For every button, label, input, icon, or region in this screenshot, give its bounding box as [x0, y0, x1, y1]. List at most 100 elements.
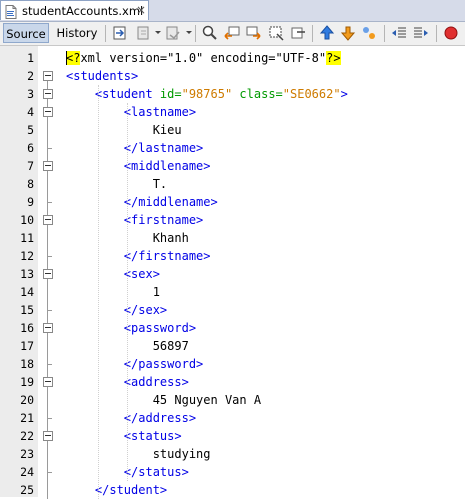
line-number: 8	[27, 177, 34, 191]
code-line: Kieu	[66, 121, 182, 139]
line-number: 6	[27, 141, 34, 155]
code-line: <?xml version="1.0" encoding="UTF-8"?>	[66, 49, 341, 67]
code-token: </lastname>	[66, 141, 204, 155]
line-number: 12	[20, 249, 34, 263]
source-view-button[interactable]: Source	[3, 23, 49, 43]
line-number: 10	[20, 213, 34, 227]
find-next-icon[interactable]	[245, 24, 263, 42]
toggle-bookmark-icon[interactable]	[318, 24, 336, 42]
previous-bookmark-icon[interactable]	[339, 24, 357, 42]
toolbar-separator	[105, 25, 106, 42]
code-editor[interactable]: 1 2 3 4 5 6 7 8 9 10 11 12 13 14 15 16 17 18 19 20 21 22 23 24 2…	[0, 46, 465, 499]
toolbar-separator	[384, 25, 385, 42]
code-token: <sex>	[66, 267, 160, 281]
fold-end-marker	[47, 472, 52, 473]
fold-collapse-icon[interactable]	[43, 269, 53, 279]
line-number: 4	[27, 105, 34, 119]
code-line: </address>	[66, 409, 196, 427]
history-view-button[interactable]: History	[54, 23, 100, 43]
line-number: 24	[20, 465, 34, 479]
fold-collapse-icon[interactable]	[43, 107, 53, 117]
code-token: T.	[66, 177, 168, 191]
line-number: 21	[20, 411, 34, 425]
line-number: 16	[20, 321, 34, 335]
code-token: </password>	[66, 357, 204, 371]
line-number: 7	[27, 159, 34, 173]
code-token: class=	[239, 87, 283, 101]
fold-collapse-icon[interactable]	[43, 215, 53, 225]
find-icon[interactable]	[201, 24, 219, 42]
code-line: <password>	[66, 319, 196, 337]
fold-end-marker	[47, 364, 52, 365]
code-token: </address>	[66, 411, 197, 425]
toolbar-separator	[436, 25, 437, 42]
fold-collapse-icon[interactable]	[43, 323, 53, 333]
close-tab-icon[interactable]: ×	[136, 3, 146, 17]
line-number: 22	[20, 429, 34, 443]
code-token: <lastname>	[66, 105, 197, 119]
line-number-gutter: 1 2 3 4 5 6 7 8 9 10 11 12 13 14 15 16 17 18 19 20 21 22 23 24 2…	[0, 46, 39, 497]
fold-collapse-icon[interactable]	[43, 71, 53, 81]
code-token: <password>	[66, 321, 197, 335]
line-number: 14	[20, 285, 34, 299]
fold-collapse-icon[interactable]	[43, 431, 53, 441]
editor-tab-bar: studentAccounts.xml ×	[0, 0, 465, 22]
code-token: <?	[66, 51, 81, 65]
line-number: 3	[27, 87, 34, 101]
code-token: <student	[66, 87, 160, 101]
code-token: 45 Nguyen Van A	[66, 393, 262, 407]
code-line: </firstname>	[66, 247, 211, 265]
fold-end-marker	[47, 256, 52, 257]
code-token: >	[340, 87, 348, 101]
next-bookmark-icon[interactable]	[360, 24, 378, 42]
code-token: </student>	[66, 483, 168, 497]
code-token: <status>	[66, 429, 182, 443]
line-number: 15	[20, 303, 34, 317]
back-dropdown-icon[interactable]	[155, 31, 161, 34]
code-token: studying	[66, 447, 211, 461]
line-number: 9	[27, 195, 34, 209]
shift-right-icon[interactable]	[412, 24, 430, 42]
code-token: <middlename>	[66, 159, 211, 173]
text-caret	[66, 51, 67, 65]
code-token: "98765"	[181, 87, 233, 101]
fold-collapse-icon[interactable]	[43, 161, 53, 171]
line-number: 17	[20, 339, 34, 353]
fold-collapse-icon[interactable]	[43, 89, 53, 99]
code-token: <students>	[66, 69, 139, 83]
code-token: "SE0662"	[282, 87, 341, 101]
code-line: <sex>	[66, 265, 160, 283]
forward-dropdown-icon[interactable]	[186, 31, 192, 34]
code-line: </student>	[66, 481, 167, 499]
code-line: T.	[66, 175, 167, 193]
code-token: 1	[66, 285, 160, 299]
shift-left-icon[interactable]	[390, 24, 408, 42]
code-line: <firstname>	[66, 211, 203, 229]
fold-end-marker	[47, 202, 52, 203]
editor-toolbar: Source History	[0, 22, 465, 46]
record-macro-icon[interactable]	[442, 24, 460, 42]
code-line: </sex>	[66, 301, 167, 319]
find-in-projects-icon[interactable]	[289, 24, 307, 42]
code-line: 1	[66, 283, 160, 301]
code-token: <firstname>	[66, 213, 204, 227]
back-icon[interactable]	[134, 24, 152, 42]
line-number: 18	[20, 357, 34, 371]
code-line: 45 Nguyen Van A	[66, 391, 261, 409]
code-token: id=	[159, 87, 182, 101]
last-edit-icon[interactable]	[111, 24, 129, 42]
fold-collapse-icon[interactable]	[43, 377, 53, 387]
toolbar-separator	[312, 25, 313, 42]
forward-icon[interactable]	[164, 24, 182, 42]
line-number: 2	[27, 69, 34, 83]
tab-student-accounts[interactable]: studentAccounts.xml ×	[0, 0, 149, 20]
code-line: <middlename>	[66, 157, 211, 175]
toolbar-separator	[195, 25, 196, 42]
code-token: </middlename>	[66, 195, 218, 209]
tab-title: studentAccounts.xml	[22, 4, 144, 18]
find-selection-icon[interactable]	[267, 24, 285, 42]
fold-end-marker	[47, 148, 52, 149]
code-token: </firstname>	[66, 249, 211, 263]
code-token: Kieu	[66, 123, 182, 137]
find-previous-icon[interactable]	[223, 24, 241, 42]
